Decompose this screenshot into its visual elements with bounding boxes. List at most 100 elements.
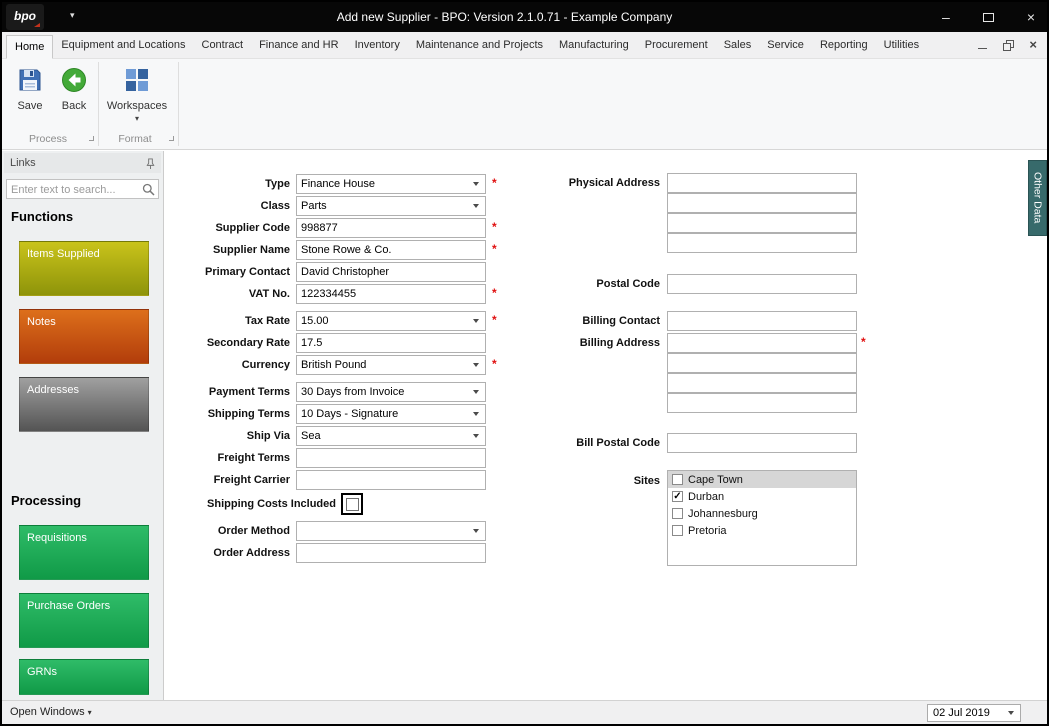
chevron-down-icon[interactable]: [473, 434, 479, 438]
field-label-supplier-name: Supplier Name: [212, 244, 290, 256]
field-value: Sea: [301, 430, 321, 442]
field-label-ship-via: Ship Via: [246, 430, 290, 442]
field-value: Finance House: [301, 178, 375, 190]
field-label-primary-contact: Primary Contact: [205, 266, 290, 278]
chevron-down-icon[interactable]: [473, 529, 479, 533]
field-label-class: Class: [260, 200, 290, 212]
required-asterisk: *: [492, 242, 497, 256]
freight-terms-input[interactable]: [296, 448, 486, 468]
chevron-down-icon[interactable]: [473, 390, 479, 394]
supplier-form: Type Finance House * Class Parts Supplier Cod…: [2, 2, 1047, 724]
payment-terms-combo[interactable]: 30 Days from Invoice: [296, 382, 486, 402]
order-method-combo[interactable]: [296, 521, 486, 541]
primary-contact-input[interactable]: David Christopher: [296, 262, 486, 282]
field-label-freight-terms: Freight Terms: [217, 452, 290, 464]
field-value: 15.00: [301, 315, 329, 327]
class-combo[interactable]: Parts: [296, 196, 486, 216]
chevron-down-icon[interactable]: [473, 182, 479, 186]
physical-address-line-1-input[interactable]: [667, 173, 857, 193]
currency-combo[interactable]: British Pound: [296, 355, 486, 375]
required-asterisk: *: [492, 313, 497, 327]
physical-address-line-4-input[interactable]: [667, 233, 857, 253]
field-label-shipping-costs-included: Shipping Costs Included: [207, 498, 336, 510]
field-label-currency: Currency: [241, 359, 290, 371]
tab-other-data[interactable]: Other Data: [1028, 160, 1047, 236]
tax-rate-combo[interactable]: 15.00: [296, 311, 486, 331]
required-asterisk: *: [861, 335, 866, 349]
chevron-down-icon[interactable]: [473, 319, 479, 323]
chevron-down-icon[interactable]: [1008, 711, 1014, 715]
required-asterisk: *: [492, 176, 497, 190]
type-combo[interactable]: Finance House: [296, 174, 486, 194]
unchecked-checkbox-icon[interactable]: [672, 508, 683, 519]
supplier-code-input[interactable]: 998877: [296, 218, 486, 238]
field-label-physical-address: Physical Address: [568, 177, 660, 189]
chevron-down-icon[interactable]: [473, 363, 479, 367]
billing-address-line-2-input[interactable]: [667, 353, 857, 373]
field-label-order-address: Order Address: [213, 547, 290, 559]
chevron-down-icon: ▾: [87, 708, 92, 717]
field-label-vat-no: VAT No.: [248, 288, 290, 300]
site-label: Cape Town: [688, 473, 743, 486]
field-value: Stone Rowe & Co.: [301, 244, 392, 256]
field-label-sites: Sites: [633, 475, 660, 487]
field-label-order-method: Order Method: [217, 525, 290, 537]
status-bar: Open Windows ▾ 02 Jul 2019: [2, 700, 1047, 724]
field-value: British Pound: [301, 359, 367, 371]
billing-address-line-3-input[interactable]: [667, 373, 857, 393]
site-row-pretoria[interactable]: Pretoria: [668, 522, 856, 539]
field-value: 30 Days from Invoice: [301, 386, 405, 398]
app-window: bpo ▾ Add new Supplier - BPO: Version 2.…: [0, 0, 1049, 726]
chevron-down-icon[interactable]: [473, 204, 479, 208]
required-asterisk: *: [492, 220, 497, 234]
order-address-input[interactable]: [296, 543, 486, 563]
chevron-down-icon[interactable]: [473, 412, 479, 416]
field-label-bill-postal-code: Bill Postal Code: [576, 437, 660, 449]
billing-address-line-4-input[interactable]: [667, 393, 857, 413]
sites-listbox[interactable]: Cape Town ✓ Durban Johannesburg Pretoria: [667, 470, 857, 566]
unchecked-checkbox-icon[interactable]: [672, 525, 683, 536]
field-label-postal-code: Postal Code: [596, 278, 660, 290]
required-asterisk: *: [492, 286, 497, 300]
field-value: 10 Days - Signature: [301, 408, 399, 420]
billing-contact-line-1-input[interactable]: [667, 311, 857, 331]
bill-postal-code-line-1-input[interactable]: [667, 433, 857, 453]
field-label-freight-carrier: Freight Carrier: [213, 474, 290, 486]
field-value: 122334455: [301, 288, 357, 300]
vat-no-input[interactable]: 122334455: [296, 284, 486, 304]
site-label: Pretoria: [688, 524, 727, 537]
checked-checkbox-icon[interactable]: ✓: [672, 491, 683, 502]
postal-code-line-1-input[interactable]: [667, 274, 857, 294]
site-row-durban[interactable]: ✓ Durban: [668, 488, 856, 505]
field-value: David Christopher: [301, 266, 390, 278]
field-label-billing-contact: Billing Contact: [582, 315, 660, 327]
unchecked-checkbox-icon[interactable]: [672, 474, 683, 485]
field-label-tax-rate: Tax Rate: [244, 315, 290, 327]
ship-via-combo[interactable]: Sea: [296, 426, 486, 446]
field-value: Parts: [301, 200, 327, 212]
date-value: 02 Jul 2019: [933, 707, 990, 719]
site-row-cape-town[interactable]: Cape Town: [668, 471, 856, 488]
required-asterisk: *: [492, 357, 497, 371]
field-label-shipping-terms: Shipping Terms: [207, 408, 290, 420]
unchecked-checkbox-icon[interactable]: [345, 497, 359, 511]
shipping-terms-combo[interactable]: 10 Days - Signature: [296, 404, 486, 424]
field-label-secondary-rate: Secondary Rate: [206, 337, 290, 349]
field-label-type: Type: [265, 178, 290, 190]
secondary-rate-input[interactable]: 17.5: [296, 333, 486, 353]
field-label-supplier-code: Supplier Code: [215, 222, 290, 234]
supplier-name-input[interactable]: Stone Rowe & Co.: [296, 240, 486, 260]
physical-address-line-3-input[interactable]: [667, 213, 857, 233]
field-value: 17.5: [301, 337, 323, 349]
open-windows-menu[interactable]: Open Windows ▾: [10, 706, 92, 718]
billing-address-line-1-input[interactable]: [667, 333, 857, 353]
site-row-johannesburg[interactable]: Johannesburg: [668, 505, 856, 522]
open-windows-label: Open Windows: [10, 706, 85, 718]
field-label-billing-address: Billing Address: [579, 337, 660, 349]
shipping-costs-included-checkbox[interactable]: [341, 493, 363, 515]
field-value: 998877: [301, 222, 338, 234]
physical-address-line-2-input[interactable]: [667, 193, 857, 213]
date-picker[interactable]: 02 Jul 2019: [927, 704, 1021, 722]
freight-carrier-input[interactable]: [296, 470, 486, 490]
other-data-tab-label: Other Data: [1031, 172, 1044, 224]
